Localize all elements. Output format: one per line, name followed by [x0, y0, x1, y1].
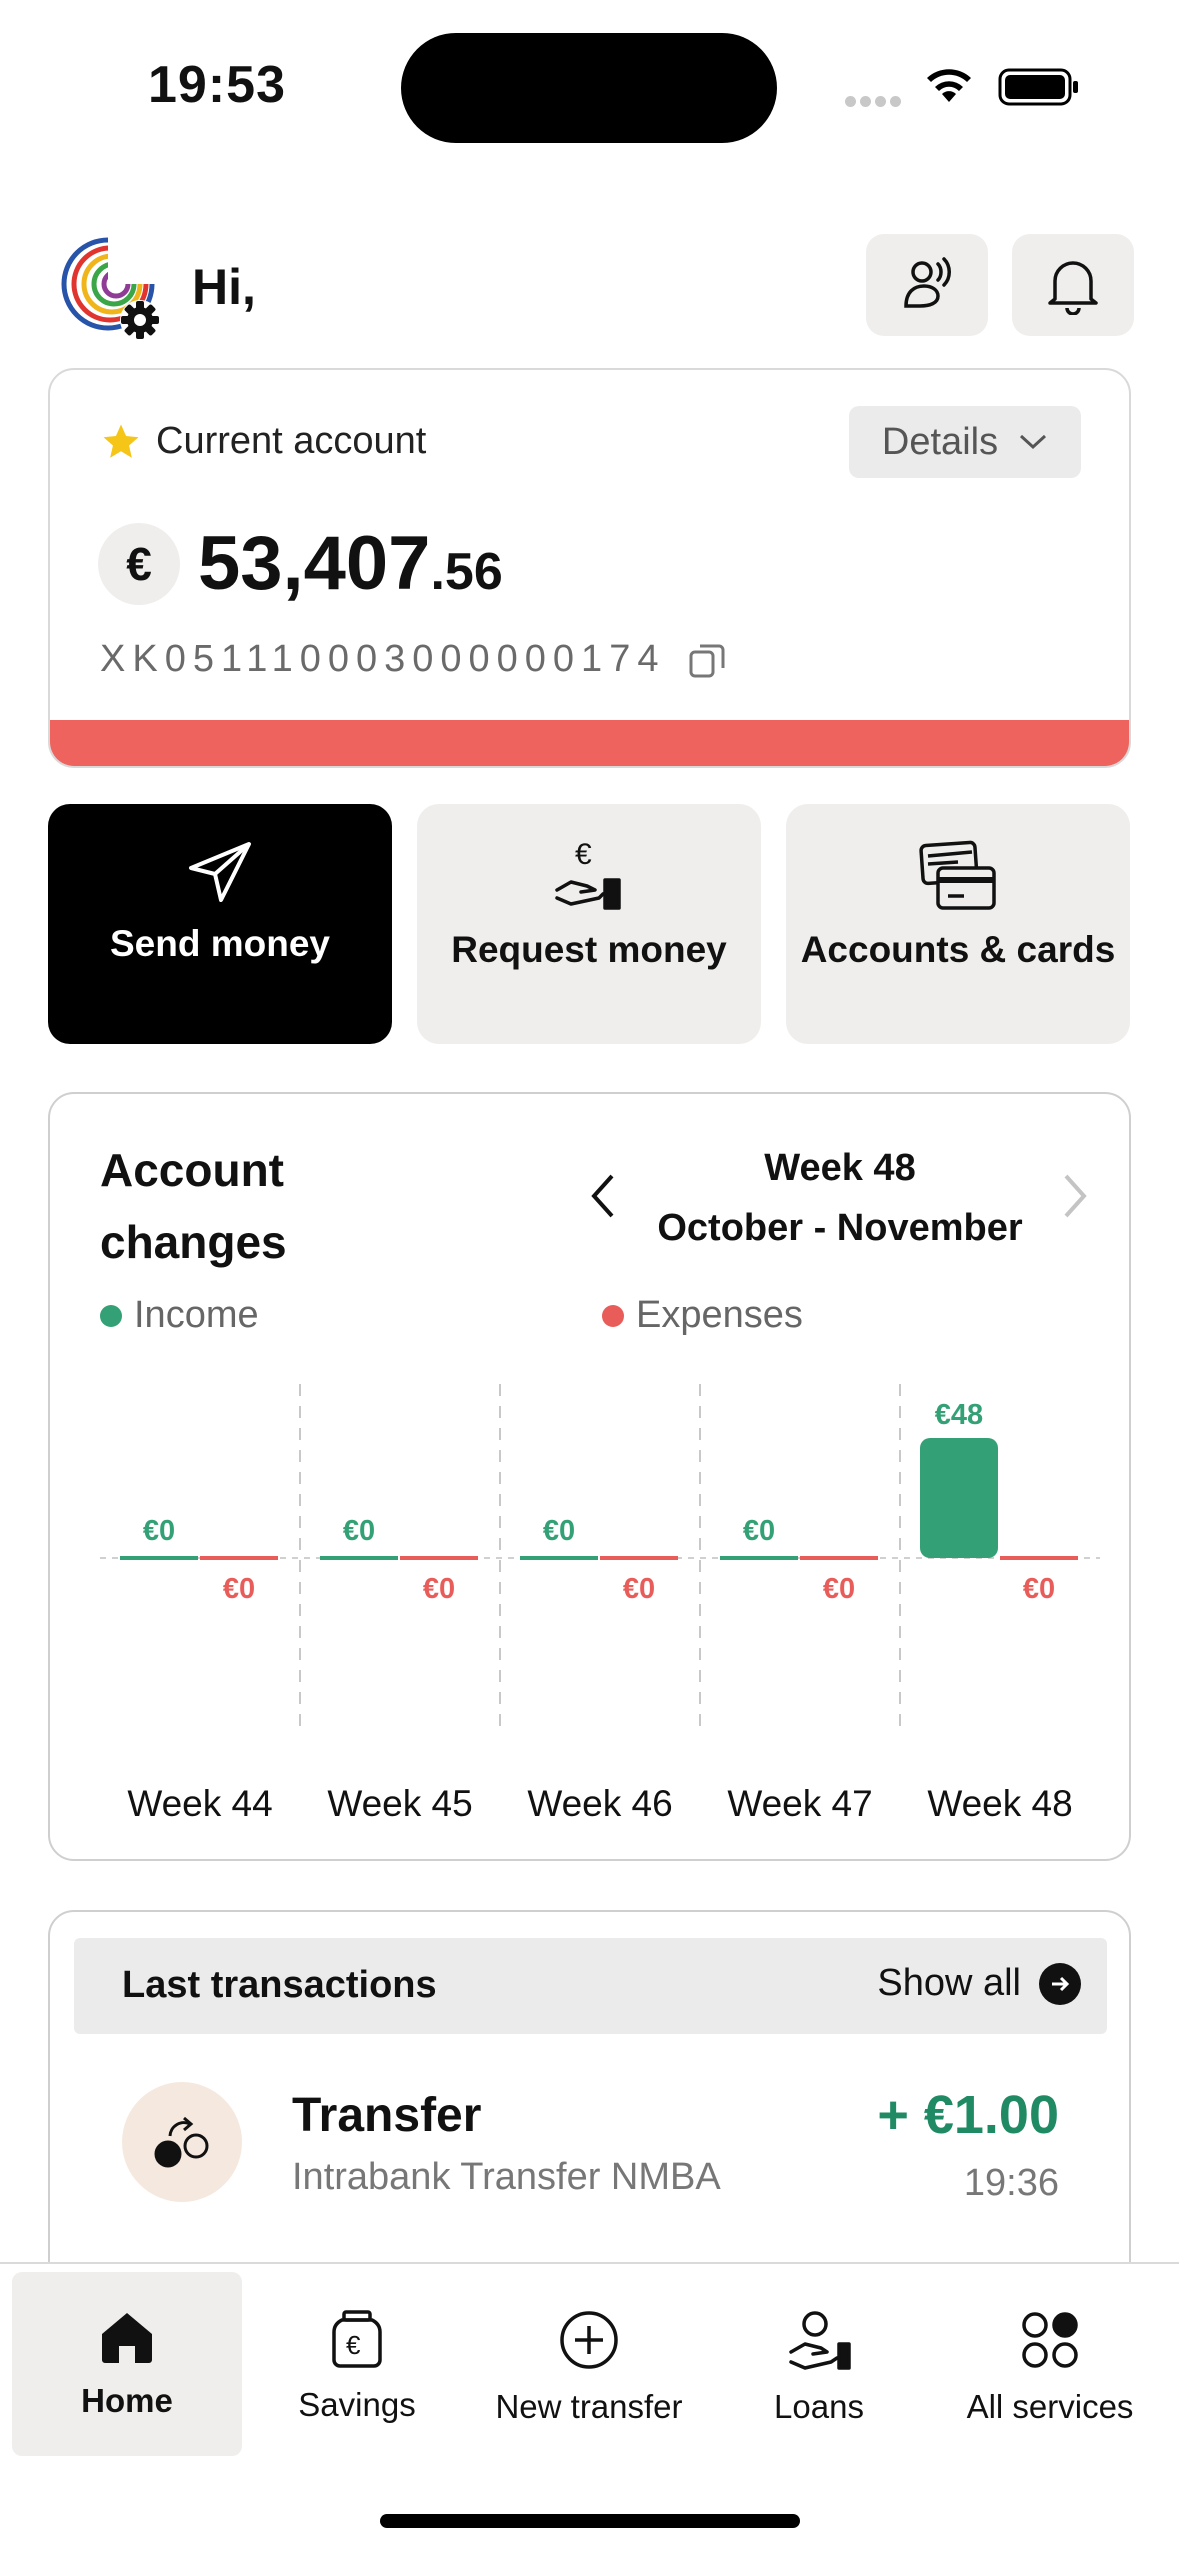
- arrow-right-icon: [1039, 1962, 1081, 2005]
- nav-home[interactable]: Home: [12, 2272, 242, 2456]
- account-title: Current account: [156, 420, 427, 462]
- expense-value-label: €0: [823, 1573, 855, 1605]
- account-changes-card: Account changes Week 48 October - Novemb…: [48, 1092, 1131, 1861]
- wifi-icon: [927, 69, 971, 102]
- expense-value-label: €0: [223, 1573, 255, 1605]
- request-money-button[interactable]: € Request money: [417, 804, 761, 1044]
- all-services-icon: [1022, 2312, 1078, 2368]
- voice-assistant-button[interactable]: [866, 234, 988, 336]
- home-indicator: [380, 2514, 800, 2528]
- accounts-and-cards-label: Accounts & cards: [800, 929, 1116, 970]
- transactions-title: Last transactions: [122, 1964, 437, 2006]
- plus-circle-icon: [560, 2311, 618, 2369]
- transaction-amount: + €1.00: [877, 2085, 1059, 2145]
- copy-icon[interactable]: [687, 640, 727, 680]
- home-icon: [102, 2313, 152, 2363]
- nav-new-transfer-label: New transfer: [495, 2388, 683, 2425]
- expense-value-label: €0: [623, 1573, 655, 1605]
- current-account-card[interactable]: Current account Details € 53,407 .56 XK0…: [48, 368, 1131, 768]
- account-status-bar: [50, 720, 1129, 766]
- nav-loans[interactable]: Loans: [704, 2272, 934, 2456]
- status-time: 19:53: [148, 56, 286, 114]
- nav-savings[interactable]: € Savings: [242, 2272, 472, 2456]
- nav-all-services[interactable]: All services: [935, 2272, 1165, 2456]
- iban: XK051110003000000174: [100, 638, 666, 680]
- week-tick-label: Week 47: [727, 1783, 872, 1824]
- income-value-label: €0: [743, 1515, 775, 1547]
- signal-icon: [845, 94, 905, 108]
- bottom-navigation: Home € Savings New transfer Loans All se…: [0, 2262, 1179, 2556]
- show-all-button[interactable]: Show all: [877, 1962, 1081, 2005]
- request-money-icon: €: [555, 838, 621, 910]
- cards-icon: [919, 840, 996, 910]
- send-money-button[interactable]: Send money: [48, 804, 392, 1044]
- gear-icon: [120, 300, 160, 340]
- nav-loans-label: Loans: [774, 2388, 864, 2425]
- send-money-label: Send money: [110, 923, 330, 964]
- nav-all-services-label: All services: [966, 2388, 1134, 2425]
- status-bar: 19:53: [0, 0, 1179, 180]
- expense-value-label: €0: [423, 1573, 455, 1605]
- income-bar: [920, 1438, 998, 1558]
- paper-plane-icon: [189, 842, 251, 902]
- income-value-label: €48: [935, 1399, 983, 1431]
- screen: 19:53 Hi, Current account Details € 53,4…: [0, 0, 1179, 2556]
- show-all-label: Show all: [877, 1962, 1021, 2004]
- iban-row: XK051110003000000174: [100, 638, 727, 681]
- accounts-and-cards-button[interactable]: Accounts & cards: [786, 804, 1130, 1044]
- svg-text:€: €: [346, 2330, 361, 2360]
- details-label: Details: [881, 420, 999, 463]
- savings-jar-icon: €: [332, 2310, 382, 2368]
- week-tick-label: Week 46: [527, 1783, 672, 1824]
- greeting: Hi,: [192, 259, 256, 315]
- income-value-label: €0: [543, 1515, 575, 1547]
- star-icon: [103, 424, 139, 458]
- svg-text:€: €: [575, 838, 592, 871]
- loans-hand-icon: [789, 2311, 851, 2370]
- transfer-icon: [122, 2082, 242, 2202]
- battery-icon: [998, 68, 1078, 106]
- income-value-label: €0: [143, 1515, 175, 1547]
- transaction-time: 19:36: [963, 2162, 1059, 2204]
- request-money-label: Request money: [451, 929, 727, 970]
- transactions-header: Last transactions Show all: [74, 1938, 1107, 2034]
- transaction-description: Intrabank Transfer NMBA: [292, 2156, 721, 2198]
- currency-badge: €: [98, 522, 180, 605]
- week-tick-label: Week 45: [327, 1783, 472, 1824]
- expense-value-label: €0: [1023, 1573, 1055, 1605]
- nav-new-transfer[interactable]: New transfer: [474, 2272, 704, 2456]
- voice-assistant-icon: [904, 257, 951, 308]
- nav-home-label: Home: [81, 2382, 173, 2419]
- week-tick-label: Week 48: [927, 1783, 1072, 1824]
- income-value-label: €0: [343, 1515, 375, 1547]
- balance-decimal: .56: [430, 543, 503, 601]
- nav-savings-label: Savings: [298, 2386, 416, 2423]
- transaction-row[interactable]: Transfer Intrabank Transfer NMBA + €1.00…: [50, 2082, 1129, 2222]
- details-button[interactable]: Details: [849, 406, 1081, 478]
- transaction-name: Transfer: [292, 2089, 482, 2142]
- avatar[interactable]: [60, 236, 170, 346]
- dynamic-island: [401, 33, 777, 143]
- bell-icon: [1048, 261, 1098, 315]
- chevron-down-icon: [1020, 434, 1047, 450]
- account-title-row: Current account: [100, 420, 426, 463]
- notifications-button[interactable]: [1012, 234, 1134, 336]
- account-changes-chart: €0 €0 Week 44 €0 €0 Week 45 €0 €0 Week 46 €0 €0 Wee…: [100, 1384, 1100, 1824]
- balance-integer: 53,407: [198, 521, 431, 606]
- balance: € 53,407 .56: [98, 520, 503, 607]
- week-tick-label: Week 44: [127, 1783, 272, 1824]
